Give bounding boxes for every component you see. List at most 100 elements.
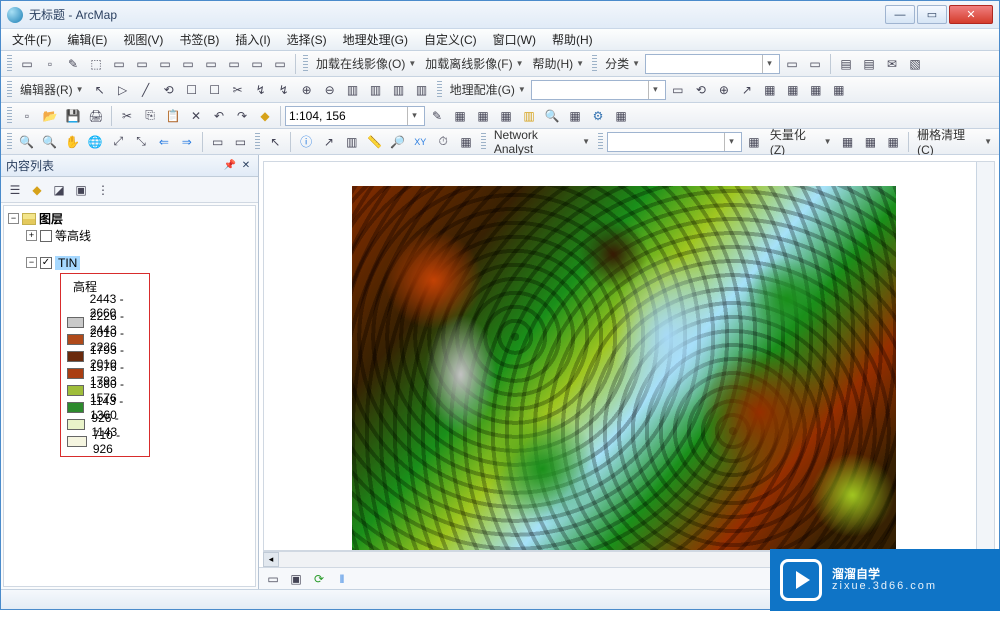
python-icon[interactable]: ⚙ xyxy=(587,105,609,127)
collapse-icon[interactable]: − xyxy=(26,257,37,268)
tool-icon[interactable]: ▤ xyxy=(858,53,880,75)
load-online-imagery-menu[interactable]: 加载在线影像(O)▼ xyxy=(312,53,420,75)
fixed-zoom-out-icon[interactable]: ⤡ xyxy=(130,131,152,153)
classify-combo[interactable]: ▾ xyxy=(645,54,780,74)
tool-icon[interactable]: ✎ xyxy=(426,105,448,127)
edit-tool-icon[interactable]: ╱ xyxy=(135,79,157,101)
georef-tool-icon[interactable]: ▦ xyxy=(828,79,850,101)
edit-tool-icon[interactable]: ▥ xyxy=(365,79,387,101)
georef-layer-combo[interactable]: ▾ xyxy=(531,80,666,100)
refresh-icon[interactable]: ⟳ xyxy=(309,569,329,589)
tool-icon[interactable]: ⏱ xyxy=(432,131,454,153)
tool-icon[interactable]: ▦ xyxy=(882,131,904,153)
toolbar-grip[interactable] xyxy=(7,81,12,99)
menu-bookmarks[interactable]: 书签(B) xyxy=(172,29,226,50)
tree-root[interactable]: − 图层 xyxy=(6,210,253,227)
tool-icon[interactable]: ▭ xyxy=(804,53,826,75)
edit-tool-icon[interactable]: ⊕ xyxy=(296,79,318,101)
undo-icon[interactable]: ↶ xyxy=(208,105,230,127)
layer-checkbox[interactable] xyxy=(40,230,52,242)
close-button[interactable]: ✕ xyxy=(949,5,993,24)
layer-contour[interactable]: + 等高线 xyxy=(6,227,253,244)
tool-icon[interactable]: ▧ xyxy=(904,53,926,75)
tool-icon[interactable]: ⬚ xyxy=(85,53,107,75)
edit-tool-icon[interactable]: ⟲ xyxy=(158,79,180,101)
menu-geoprocessing[interactable]: 地理处理(G) xyxy=(336,29,415,50)
measure-icon[interactable]: 📏 xyxy=(364,131,386,153)
redo-icon[interactable]: ↷ xyxy=(231,105,253,127)
tool-icon[interactable]: ↗ xyxy=(318,131,340,153)
georef-tool-icon[interactable]: ↗ xyxy=(736,79,758,101)
tool-icon[interactable]: ▭ xyxy=(177,53,199,75)
toc-close-icon[interactable]: ✕ xyxy=(239,159,253,173)
toolbar-grip[interactable] xyxy=(7,107,12,125)
save-icon[interactable]: 💾 xyxy=(62,105,84,127)
tool-icon[interactable]: ▦ xyxy=(495,105,517,127)
edit-tool-icon[interactable]: ☐ xyxy=(181,79,203,101)
network-analyst-menu[interactable]: Network Analyst▼ xyxy=(490,131,594,153)
fixed-zoom-in-icon[interactable]: ⤢ xyxy=(107,131,129,153)
pause-icon[interactable]: ‖ xyxy=(332,569,352,589)
tool-icon[interactable]: ▭ xyxy=(200,53,222,75)
edit-tool-icon[interactable]: ✂ xyxy=(227,79,249,101)
mail-icon[interactable]: ✉ xyxy=(881,53,903,75)
edit-tool-icon[interactable]: ▷ xyxy=(112,79,134,101)
edit-tool-icon[interactable]: ↯ xyxy=(250,79,272,101)
toc-source-icon[interactable]: ◆ xyxy=(27,180,47,200)
tool-icon[interactable]: ▦ xyxy=(743,131,765,153)
menu-insert[interactable]: 插入(I) xyxy=(228,29,277,50)
clear-selection-icon[interactable]: ▫ xyxy=(39,53,61,75)
toolbar-grip[interactable] xyxy=(7,55,12,73)
full-extent-icon[interactable]: 🌐 xyxy=(84,131,106,153)
georef-tool-icon[interactable]: ▭ xyxy=(667,79,689,101)
raster-cleanup-menu[interactable]: 栅格清理(C)▼ xyxy=(913,131,996,153)
edit-tool-icon[interactable]: ▥ xyxy=(411,79,433,101)
menu-file[interactable]: 文件(F) xyxy=(5,29,58,50)
load-contour-imagery-menu[interactable]: 加载离线影像(F)▼ xyxy=(421,53,527,75)
toc-options-icon[interactable]: ⋮ xyxy=(93,180,113,200)
select-elements-icon[interactable]: ▭ xyxy=(207,131,229,153)
map-canvas[interactable] xyxy=(263,161,995,551)
scroll-left-icon[interactable]: ◂ xyxy=(263,552,279,567)
classify-menu[interactable]: 分类▼ xyxy=(601,53,644,75)
tool-icon[interactable]: ▭ xyxy=(223,53,245,75)
tool-icon[interactable]: ▦ xyxy=(610,105,632,127)
catalog-icon[interactable]: ▥ xyxy=(518,105,540,127)
prev-extent-icon[interactable]: ⇐ xyxy=(153,131,175,153)
add-data-icon[interactable]: ◆ xyxy=(254,105,276,127)
legend-row[interactable]: 710 - 926 xyxy=(67,433,143,450)
tool-icon[interactable]: ▦ xyxy=(472,105,494,127)
vectorize-menu[interactable]: 矢量化(Z)▼ xyxy=(766,131,836,153)
toolbar-grip[interactable] xyxy=(598,133,603,151)
edit-tool-icon[interactable]: ↖ xyxy=(89,79,111,101)
tool-icon[interactable]: ▦ xyxy=(455,131,477,153)
select-features-icon[interactable]: ▭ xyxy=(16,53,38,75)
xy-icon[interactable]: XY xyxy=(409,131,431,153)
tool-icon[interactable]: ▥ xyxy=(341,131,363,153)
toc-pin-icon[interactable]: 📌 xyxy=(223,159,237,173)
toolbar-grip[interactable] xyxy=(592,55,597,73)
tool-icon[interactable]: ▭ xyxy=(269,53,291,75)
delete-icon[interactable]: ✕ xyxy=(185,105,207,127)
toc-visibility-icon[interactable]: ◪ xyxy=(49,180,69,200)
tool-icon[interactable]: ✎ xyxy=(62,53,84,75)
tool-icon[interactable]: ▤ xyxy=(835,53,857,75)
georef-tool-icon[interactable]: ▦ xyxy=(782,79,804,101)
toc-view-icon[interactable]: ☰ xyxy=(5,180,25,200)
zoom-in-icon[interactable]: 🔍 xyxy=(16,131,38,153)
edit-tool-icon[interactable]: ↯ xyxy=(273,79,295,101)
tool-icon[interactable]: ▦ xyxy=(859,131,881,153)
identify-icon[interactable]: ⓘ xyxy=(295,131,317,153)
layout-view-icon[interactable]: ▣ xyxy=(286,569,306,589)
tool-icon[interactable]: ▭ xyxy=(131,53,153,75)
tool-icon[interactable]: ▭ xyxy=(246,53,268,75)
edit-tool-icon[interactable]: ▥ xyxy=(342,79,364,101)
data-view-icon[interactable]: ▭ xyxy=(263,569,283,589)
edit-tool-icon[interactable]: ▥ xyxy=(388,79,410,101)
georef-tool-icon[interactable]: ⊕ xyxy=(713,79,735,101)
toolbar-grip[interactable] xyxy=(303,55,308,73)
menu-edit[interactable]: 编辑(E) xyxy=(60,29,114,50)
expand-icon[interactable]: + xyxy=(26,230,37,241)
pan-icon[interactable]: ✋ xyxy=(62,131,84,153)
layer-tin[interactable]: − ✓ TIN xyxy=(6,254,253,271)
